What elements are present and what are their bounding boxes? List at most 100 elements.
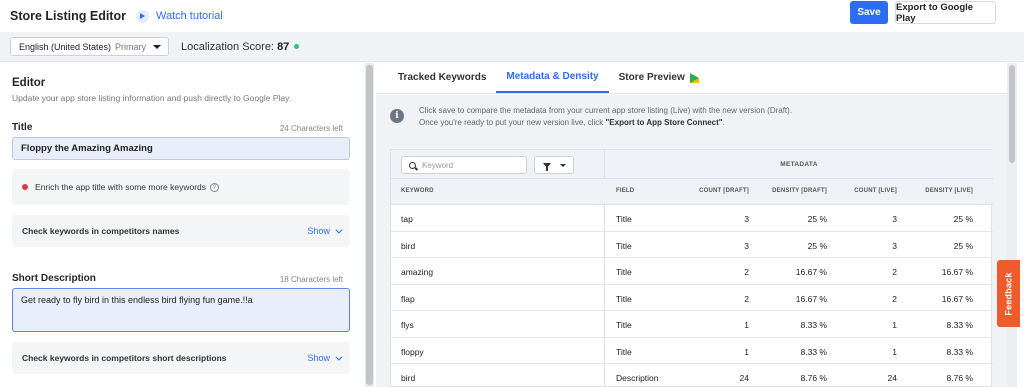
cell-field: Title: [616, 320, 632, 330]
page-title: Store Listing Editor: [10, 9, 126, 23]
cell-density-draft: 8.33 %: [800, 320, 827, 330]
title-input[interactable]: Floppy the Amazing Amazing: [12, 137, 350, 160]
cell-density-live: 8.76 %: [946, 373, 973, 383]
info-line-1: Click save to compare the metadata from …: [419, 106, 793, 115]
metadata-panel: Tracked Keywords Metadata & Density Stor…: [376, 63, 1007, 387]
cell-count-live: 2: [892, 267, 897, 277]
cell-count-live: 3: [892, 214, 897, 224]
cell-density-draft: 16.67 %: [795, 293, 827, 304]
cell-field: Description: [616, 373, 659, 383]
localization-score-label: Localization Score:: [181, 40, 274, 53]
search-icon: [409, 161, 416, 169]
editor-scrollbar[interactable]: [365, 63, 374, 387]
cell-keyword: bird: [401, 240, 416, 251]
chevron-down-icon: [335, 353, 343, 361]
check-competitors-short-label: Check keywords in competitors short desc…: [22, 353, 227, 363]
metadata-header: METADATA: [780, 161, 818, 168]
short-description-input[interactable]: Get ready to fly bird in this endless bi…: [12, 288, 350, 332]
cell-count-draft: 2: [744, 267, 749, 277]
cell-keyword: bird: [401, 373, 416, 383]
cell-count-live: 24: [887, 373, 897, 383]
cell-density-live: 25 %: [953, 240, 973, 251]
title-label: Title: [12, 122, 33, 133]
info-line-2-text: Once you're ready to put your new versio…: [419, 118, 606, 127]
save-button[interactable]: Save: [850, 1, 888, 24]
title-hint-text: Enrich the app title with some more keyw…: [35, 182, 207, 192]
language-select[interactable]: English (United States) Primary: [10, 37, 170, 56]
cell-density-live: 8.33 %: [946, 320, 973, 330]
keyword-search-input[interactable]: Keyword: [401, 156, 527, 174]
keyword-search-placeholder: Keyword: [422, 160, 454, 170]
table-toolbar: Keyword METADATA: [391, 150, 993, 179]
cell-density-live: 16.67 %: [941, 293, 973, 304]
table-header: KEYWORD FIELD COUNT [DRAFT] DENSITY [DRA…: [391, 179, 993, 205]
cell-keyword: tap: [401, 214, 413, 224]
localization-score: Localization Score: 87: [181, 40, 300, 53]
check-competitors-names-label: Check keywords in competitors names: [22, 226, 180, 236]
short-description-chars-left: 18 Characters left: [279, 275, 343, 284]
table-row: flys Title 1 8.33 % 1 8.33 %: [391, 311, 993, 338]
cell-field: Title: [616, 267, 632, 277]
table-row: bird Description 24 8.76 % 24 8.76 %: [391, 364, 993, 387]
info-area: i Click save to compare the metadata fro…: [376, 95, 1007, 387]
cell-density-live: 25 %: [953, 214, 973, 224]
cell-count-draft: 1: [744, 320, 749, 330]
localization-score-value: 87: [277, 40, 290, 53]
help-icon[interactable]: ?: [210, 182, 220, 192]
col-count-draft[interactable]: COUNT [DRAFT]: [699, 188, 749, 194]
editor-scrollbar-thumb[interactable]: [366, 65, 373, 385]
check-competitors-names: Check keywords in competitors names Show: [12, 215, 350, 247]
google-play-icon: [689, 72, 699, 83]
cell-count-live: 1: [892, 346, 897, 357]
filter-icon: [542, 162, 551, 171]
cell-count-draft: 3: [744, 214, 749, 224]
cell-density-draft: 8.76 %: [800, 373, 827, 383]
show-competitors-short-button[interactable]: Show: [307, 353, 343, 363]
col-density-live[interactable]: DENSITY [LIVE]: [925, 188, 973, 194]
export-to-google-play-button[interactable]: Export to Google Play: [895, 1, 996, 24]
cell-count-draft: 1: [744, 346, 749, 357]
chevron-down-icon: [335, 226, 343, 234]
col-keyword[interactable]: KEYWORD: [401, 188, 434, 194]
show-label: Show: [307, 353, 330, 363]
cell-density-draft: 25 %: [807, 240, 827, 251]
primary-tag: Primary: [115, 41, 147, 52]
tab-store-preview-label: Store Preview: [618, 72, 685, 83]
score-status-dot: [294, 44, 300, 50]
show-competitors-names-button[interactable]: Show: [307, 226, 343, 236]
table-row: amazing Title 2 16.67 % 2 16.67 %: [391, 258, 993, 285]
col-density-draft[interactable]: DENSITY [DRAFT]: [772, 188, 827, 194]
tab-bar: Tracked Keywords Metadata & Density Stor…: [376, 63, 1007, 94]
play-icon[interactable]: [135, 9, 149, 23]
cell-keyword: flys: [401, 320, 414, 330]
watch-tutorial-link[interactable]: Watch tutorial: [156, 10, 223, 22]
cell-count-live: 3: [892, 240, 897, 251]
keyword-table: Keyword METADATA KEYWORD FIELD COUNT [DR…: [390, 149, 993, 387]
show-label: Show: [307, 226, 330, 236]
info-line-2-end: .: [722, 118, 725, 127]
cell-density-live: 16.67 %: [941, 267, 973, 277]
cell-count-draft: 2: [744, 293, 749, 304]
language-bar: English (United States) Primary Localiza…: [0, 32, 1024, 62]
cell-density-draft: 25 %: [807, 214, 827, 224]
title-chars-left: 24 Characters left: [279, 124, 343, 133]
info-line-2: Once you're ready to put your new versio…: [419, 117, 792, 129]
col-count-live[interactable]: COUNT [LIVE]: [854, 188, 897, 194]
cell-density-live: 8.33 %: [946, 346, 973, 357]
title-hint: Enrich the app title with some more keyw…: [12, 169, 350, 205]
cell-density-draft: 8.33 %: [800, 346, 827, 357]
info-line-2-bold: "Export to App Store Connect": [605, 118, 723, 127]
tab-store-preview[interactable]: Store Preview: [609, 62, 709, 93]
cell-count-draft: 24: [739, 373, 749, 383]
tab-tracked-keywords[interactable]: Tracked Keywords: [388, 62, 496, 93]
filter-button[interactable]: [534, 156, 574, 174]
page-scrollbar[interactable]: [1007, 63, 1017, 387]
table-row: flap Title 2 16.67 % 2 16.67 %: [391, 285, 993, 311]
cell-count-live: 1: [892, 320, 897, 330]
feedback-button[interactable]: Feedback: [997, 260, 1020, 327]
page-scrollbar-thumb[interactable]: [1009, 65, 1015, 163]
tab-metadata-density[interactable]: Metadata & Density: [496, 62, 609, 93]
caret-down-icon: [153, 44, 162, 49]
col-field[interactable]: FIELD: [616, 188, 634, 194]
cell-field: Title: [616, 240, 632, 251]
